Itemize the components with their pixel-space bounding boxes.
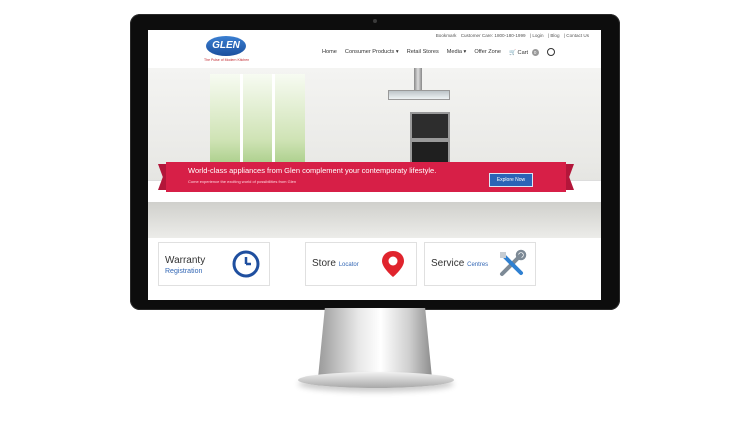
chimney-hood: [378, 68, 458, 102]
monitor-stand-neck: [318, 308, 432, 378]
nav-offer-zone[interactable]: Offer Zone: [474, 49, 501, 55]
website-screen: Bookmark Customer Care: 1800-180-1999 | …: [148, 30, 601, 300]
nav-consumer-products[interactable]: Consumer Products ▾: [345, 49, 399, 55]
nav-media[interactable]: Media ▾: [447, 49, 467, 55]
card-subtitle: Centres: [467, 262, 489, 268]
nav-retail-stores[interactable]: Retail Stores: [407, 49, 439, 55]
utility-bar: Bookmark Customer Care: 1800-180-1999 | …: [433, 33, 589, 38]
tools-icon: [500, 249, 527, 276]
contact-link[interactable]: | Contact Us: [564, 33, 589, 38]
blog-link[interactable]: | Blog: [548, 33, 560, 38]
webcam: [373, 19, 377, 23]
glen-logo[interactable]: GLEN: [206, 36, 246, 56]
card-subtitle: Locator: [338, 262, 359, 268]
service-centres-card[interactable]: Service Centres: [424, 242, 536, 286]
customer-care-text: Customer Care: 1800-180-1999: [460, 33, 526, 38]
explore-now-button[interactable]: Explore Now: [489, 173, 533, 187]
cart-icon: 🛒: [509, 49, 516, 56]
card-title: Service: [431, 258, 465, 269]
hero-subline: Come experience the exciting world of po…: [188, 179, 297, 184]
card-title: Warranty: [165, 255, 206, 266]
warranty-card[interactable]: Warranty Registration: [158, 242, 270, 286]
brand-tagline: The Pulse of Modern Kitchen: [204, 58, 250, 62]
hero-headline: World-class appliances from Glen complem…: [188, 166, 437, 175]
microwave-oven: [410, 112, 450, 140]
monitor-stand-base: [298, 372, 454, 388]
main-nav: Home Consumer Products ▾ Retail Stores M…: [322, 48, 555, 56]
card-subtitle: Registration: [165, 268, 203, 275]
hero-kitchen-image: [148, 68, 601, 238]
search-icon[interactable]: [546, 48, 555, 56]
map-pin-icon: [382, 251, 404, 277]
region-label: Bookmark: [435, 33, 457, 38]
clock-icon: [232, 250, 260, 278]
store-locator-card[interactable]: Store Locator: [305, 242, 417, 286]
nav-cart[interactable]: 🛒 Cart 0: [509, 48, 539, 56]
cart-label: Cart: [517, 49, 529, 56]
login-link[interactable]: | Login: [530, 33, 544, 38]
card-title: Store: [312, 258, 336, 269]
monitor-bezel: Bookmark Customer Care: 1800-180-1999 | …: [130, 14, 620, 310]
cart-count-badge: 0: [531, 48, 539, 56]
nav-home[interactable]: Home: [322, 49, 337, 55]
